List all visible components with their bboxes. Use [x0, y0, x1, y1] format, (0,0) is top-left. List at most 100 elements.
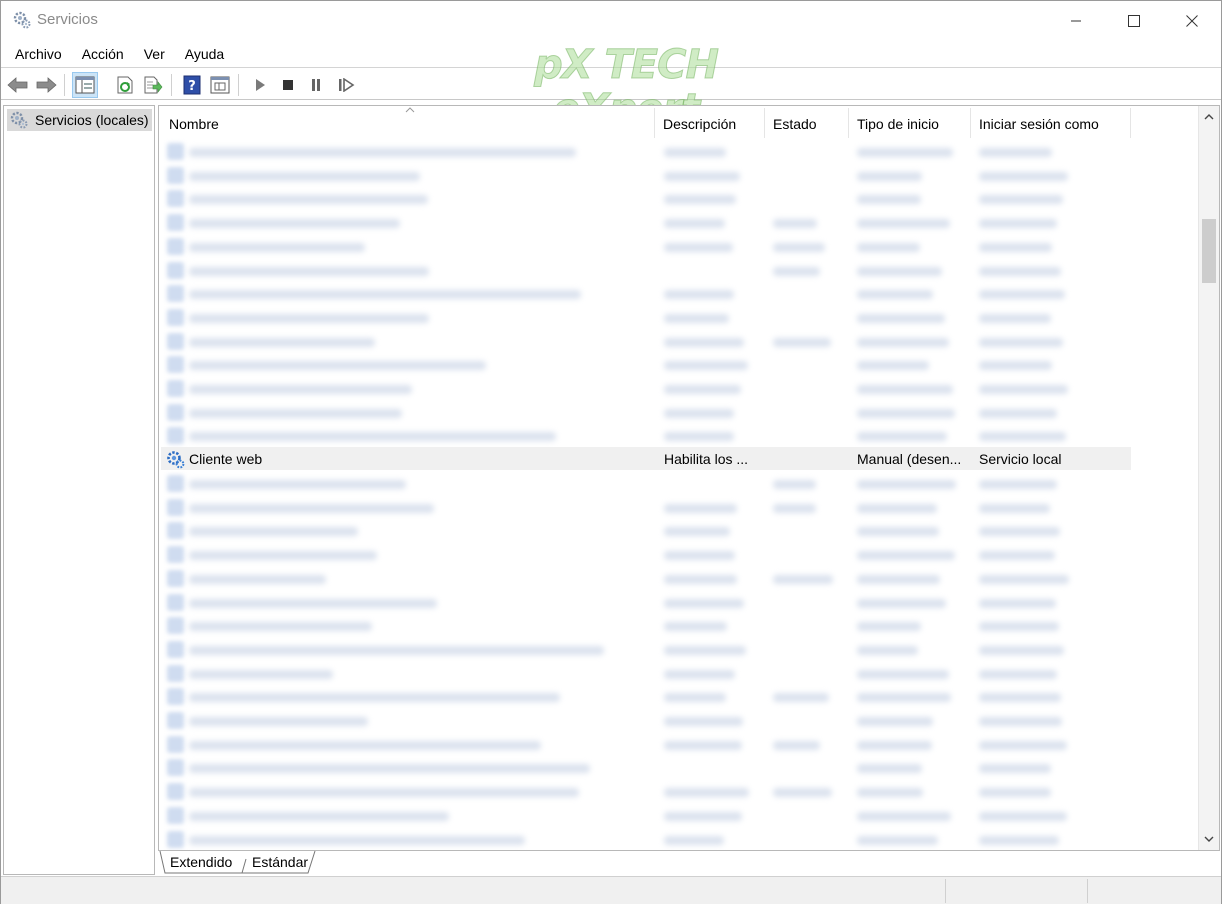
service-gear-icon [167, 640, 184, 658]
show-hide-tree-button[interactable] [72, 72, 98, 98]
table-row[interactable] [161, 780, 1131, 803]
blurred-cell [189, 337, 375, 347]
forward-button[interactable] [33, 72, 59, 98]
table-row[interactable] [161, 353, 1131, 376]
close-button[interactable] [1163, 1, 1221, 40]
table-row[interactable] [161, 733, 1131, 756]
blurred-cell [664, 171, 740, 181]
menu-ayuda[interactable]: Ayuda [175, 41, 234, 68]
table-row[interactable] [161, 259, 1131, 282]
blurred-cell [979, 148, 1052, 157]
blurred-cell [189, 432, 556, 442]
view-tabs: Extendido Estándar [158, 851, 1220, 875]
maximize-button[interactable] [1105, 1, 1163, 40]
tree-item-local-services[interactable]: Servicios (locales) [7, 109, 152, 131]
blurred-cell [664, 408, 734, 418]
blurred-cell [664, 788, 749, 798]
table-row[interactable] [161, 282, 1131, 305]
blurred-cell [857, 811, 951, 821]
blurred-cell [773, 266, 820, 276]
blurred-cell [857, 361, 929, 371]
svg-text:?: ? [188, 79, 196, 94]
column-header-description[interactable]: Descripción [655, 108, 765, 138]
table-row[interactable] [161, 424, 1131, 447]
blurred-cell [189, 313, 429, 323]
service-name: Cliente web [189, 451, 263, 467]
table-row[interactable] [161, 543, 1131, 566]
minimize-icon [1071, 20, 1081, 21]
blurred-cell [857, 764, 922, 774]
table-row[interactable] [161, 377, 1131, 400]
table-row[interactable] [161, 638, 1131, 661]
start-service-button[interactable] [247, 72, 273, 98]
table-row[interactable] [161, 306, 1131, 329]
table-row[interactable] [161, 756, 1131, 779]
table-row[interactable] [161, 662, 1131, 685]
export-list-button[interactable] [140, 72, 166, 98]
blurred-cell [857, 835, 938, 845]
table-row[interactable] [161, 496, 1131, 519]
refresh-button[interactable] [112, 72, 138, 98]
table-row[interactable] [161, 187, 1131, 210]
back-button[interactable] [5, 72, 31, 98]
service-logon-as: Servicio local [979, 451, 1062, 467]
refresh-icon [117, 76, 133, 94]
properties-button[interactable] [207, 72, 233, 98]
blurred-cell [189, 480, 406, 489]
table-row[interactable] [161, 591, 1131, 614]
service-gear-icon [167, 806, 184, 824]
column-header-name[interactable]: Nombre [161, 108, 655, 138]
blurred-cell [979, 717, 1062, 726]
service-gear-icon [167, 522, 184, 540]
table-row[interactable] [161, 401, 1131, 424]
blurred-cell [189, 527, 358, 537]
scrollbar-thumb[interactable] [1202, 219, 1216, 283]
blurred-cell [979, 551, 1055, 561]
menu-ver[interactable]: Ver [134, 41, 175, 68]
table-row[interactable] [161, 211, 1131, 234]
service-gear-icon [167, 332, 184, 350]
table-row[interactable] [161, 164, 1131, 187]
menu-bar: Archivo Acción Ver Ayuda [1, 41, 1221, 68]
service-gear-icon [167, 237, 184, 255]
menu-accion[interactable]: Acción [72, 41, 134, 68]
service-gear-icon [165, 449, 185, 472]
blurred-cell [189, 811, 449, 821]
table-row[interactable] [161, 235, 1131, 258]
blurred-cell [189, 574, 326, 584]
service-gear-icon [167, 475, 184, 492]
vertical-scrollbar[interactable] [1198, 106, 1219, 850]
pause-service-button[interactable] [303, 72, 329, 98]
blurred-cell [857, 266, 942, 276]
blurred-cell [857, 693, 951, 703]
play-icon [256, 79, 265, 91]
menu-archivo[interactable]: Archivo [5, 41, 72, 68]
blurred-cell [773, 693, 829, 703]
table-row[interactable] [161, 685, 1131, 708]
table-row[interactable] [161, 709, 1131, 732]
table-row[interactable] [161, 804, 1131, 827]
help-button[interactable]: ? [179, 72, 205, 98]
table-row[interactable] [161, 567, 1131, 590]
table-row[interactable] [161, 519, 1131, 542]
column-header-status[interactable]: Estado [765, 108, 849, 138]
blurred-cell [979, 574, 1069, 584]
table-row[interactable] [161, 330, 1131, 353]
table-row-highlighted[interactable]: Cliente web Habilita los ... Manual (des… [161, 447, 1131, 470]
blurred-cell [189, 385, 412, 394]
service-gear-icon [167, 664, 184, 682]
minimize-button[interactable] [1047, 1, 1105, 40]
tab-extended[interactable]: Extendido [170, 851, 232, 873]
blurred-cell [857, 669, 949, 679]
service-gear-icon [167, 308, 184, 326]
table-row[interactable] [161, 614, 1131, 637]
column-header-startup-type[interactable]: Tipo de inicio [849, 108, 971, 138]
tab-standard[interactable]: Estándar [252, 851, 308, 873]
restart-service-button[interactable] [333, 72, 359, 98]
table-row[interactable] [161, 140, 1131, 163]
table-row[interactable] [161, 828, 1131, 851]
column-header-logon-as[interactable]: Iniciar sesión como [971, 108, 1131, 138]
table-row[interactable] [161, 472, 1131, 495]
stop-service-button[interactable] [275, 72, 301, 98]
blurred-cell [979, 503, 1050, 513]
